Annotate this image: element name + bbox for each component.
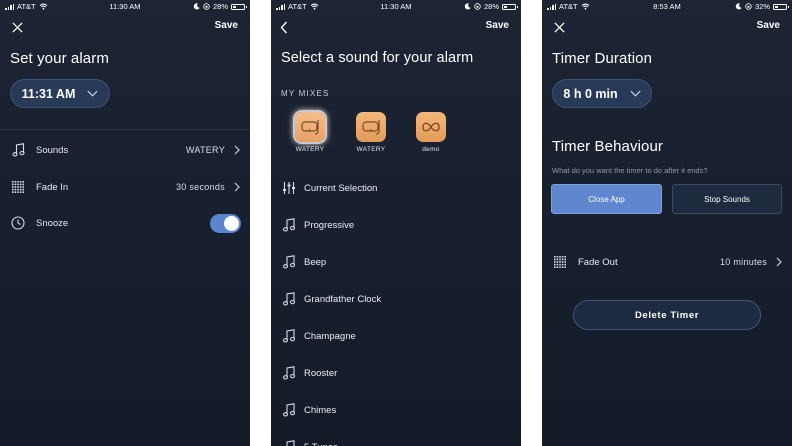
mix-item[interactable]: demo bbox=[414, 112, 448, 153]
snorkel-mask-icon bbox=[362, 120, 380, 135]
page-title: Select a sound for your alarm bbox=[281, 50, 474, 66]
fade-in-row[interactable]: Fade In 30 seconds bbox=[0, 169, 250, 205]
mix-item[interactable]: WATERY bbox=[354, 112, 388, 153]
close-button[interactable] bbox=[550, 18, 568, 36]
chevron-down-icon bbox=[87, 90, 98, 97]
battery-icon bbox=[502, 3, 518, 10]
rotation-lock-icon bbox=[745, 3, 752, 10]
sound-selection-screen: AT&T 11:30 AM 28% Save Select a sound fo… bbox=[271, 0, 521, 446]
fade-out-value: 10 minutes bbox=[719, 257, 767, 267]
sound-option-row[interactable]: 5 Tunes bbox=[271, 435, 521, 446]
moon-icon bbox=[193, 3, 200, 10]
music-note-icon bbox=[282, 255, 296, 269]
rotation-lock-icon bbox=[203, 3, 210, 10]
sound-option-label: Champagne bbox=[304, 330, 356, 342]
divider bbox=[0, 129, 250, 130]
duration-picker-button[interactable]: 8 h 0 min bbox=[552, 79, 652, 108]
music-note-icon bbox=[282, 218, 296, 232]
sounds-label: Sounds bbox=[36, 144, 69, 156]
status-bar: AT&T 8:53 AM 32% bbox=[542, 0, 792, 14]
back-button[interactable] bbox=[275, 18, 293, 36]
music-note-icon bbox=[282, 403, 296, 417]
close-app-button[interactable]: Close App bbox=[551, 184, 662, 214]
music-note-icon bbox=[282, 292, 296, 306]
mix-tile-selected bbox=[295, 112, 325, 142]
timer-duration-title: Timer Duration bbox=[552, 50, 653, 67]
chevron-down-icon bbox=[630, 90, 641, 97]
sound-option-label: 5 Tunes bbox=[304, 442, 338, 446]
battery-percent: 28% bbox=[212, 2, 228, 11]
sounds-value: WATERY bbox=[185, 145, 225, 155]
snooze-toggle[interactable] bbox=[210, 213, 241, 233]
mix-caption: demo bbox=[422, 146, 440, 153]
battery-icon bbox=[773, 3, 789, 10]
time-value: 11:31 AM bbox=[21, 86, 76, 101]
close-icon bbox=[11, 21, 23, 33]
stop-sounds-button[interactable]: Stop Sounds bbox=[672, 184, 782, 214]
fade-grid-icon bbox=[11, 180, 25, 194]
moon-icon bbox=[464, 3, 471, 10]
rotation-lock-icon bbox=[474, 3, 481, 10]
sound-option-row[interactable]: Chimes bbox=[271, 398, 521, 422]
mix-caption: WATERY bbox=[295, 146, 325, 153]
fade-out-row[interactable]: Fade Out 10 minutes bbox=[542, 244, 792, 280]
sound-option-label: Grandfather Clock bbox=[304, 293, 382, 305]
music-note-icon bbox=[286, 440, 295, 446]
delete-timer-button[interactable]: Delete Timer bbox=[573, 300, 761, 330]
current-selection-row[interactable]: Current Selection bbox=[271, 176, 521, 200]
fade-grid-icon bbox=[553, 255, 567, 269]
sound-option-row[interactable]: Champagne bbox=[271, 324, 521, 348]
fade-in-value: 30 seconds bbox=[175, 182, 225, 192]
sliders-icon bbox=[283, 182, 295, 194]
snorkel-mask-icon bbox=[301, 120, 319, 135]
sound-option-label: Chimes bbox=[304, 404, 337, 416]
status-bar: AT&T 11:30 AM 28% bbox=[271, 0, 521, 14]
chevron-left-icon bbox=[280, 21, 288, 33]
mix-tile bbox=[356, 112, 386, 142]
close-icon bbox=[553, 21, 565, 33]
sound-option-row[interactable]: Progressive bbox=[271, 213, 521, 237]
fade-in-label: Fade In bbox=[36, 181, 69, 193]
timer-behaviour-title: Timer Behaviour bbox=[552, 138, 663, 155]
chevron-right-icon bbox=[234, 145, 240, 155]
timer-settings-screen: AT&T 8:53 AM 32% Save Timer Duration 8 h… bbox=[542, 0, 792, 446]
music-note-icon bbox=[282, 366, 296, 380]
behaviour-question: What do you want the timer to do after i… bbox=[552, 166, 708, 175]
close-button[interactable] bbox=[8, 18, 26, 36]
chevron-right-icon bbox=[234, 182, 240, 192]
status-bar: AT&T 11:30 AM 28% bbox=[0, 0, 250, 14]
alarm-settings-screen: AT&T 11:30 AM 28% Save Set your alarm 11… bbox=[0, 0, 250, 446]
mix-tile bbox=[416, 112, 446, 142]
mix-caption: WATERY bbox=[356, 146, 386, 153]
sounds-row[interactable]: Sounds WATERY bbox=[0, 132, 250, 168]
toggle-knob bbox=[224, 215, 239, 231]
duration-value: 8 h 0 min bbox=[563, 86, 618, 101]
chevron-right-icon bbox=[776, 257, 782, 267]
battery-percent: 32% bbox=[754, 2, 770, 11]
my-mixes-heading: MY MIXES bbox=[281, 89, 330, 98]
infinity-icon bbox=[422, 122, 440, 132]
save-button[interactable]: Save bbox=[757, 20, 780, 31]
mix-item[interactable]: WATERY bbox=[293, 112, 327, 153]
sound-option-row[interactable]: Beep bbox=[271, 250, 521, 274]
sound-option-label: Rooster bbox=[304, 367, 338, 379]
battery-icon bbox=[231, 3, 247, 10]
save-button[interactable]: Save bbox=[486, 20, 509, 31]
save-button[interactable]: Save bbox=[215, 20, 238, 31]
clock-icon bbox=[11, 216, 25, 230]
music-note-icon bbox=[11, 143, 25, 157]
page-title: Set your alarm bbox=[10, 50, 109, 67]
current-selection-label: Current Selection bbox=[304, 182, 378, 194]
time-picker-button[interactable]: 11:31 AM bbox=[10, 79, 110, 108]
music-note-icon bbox=[282, 329, 296, 343]
battery-percent: 28% bbox=[483, 2, 499, 11]
sound-option-row[interactable]: Rooster bbox=[271, 361, 521, 385]
snooze-row: Snooze bbox=[0, 205, 250, 241]
moon-icon bbox=[735, 3, 742, 10]
sound-option-label: Beep bbox=[304, 256, 327, 268]
sound-option-row[interactable]: Grandfather Clock bbox=[271, 287, 521, 311]
snooze-label: Snooze bbox=[36, 217, 69, 229]
fade-out-label: Fade Out bbox=[578, 256, 618, 268]
sound-option-label: Progressive bbox=[304, 219, 355, 231]
